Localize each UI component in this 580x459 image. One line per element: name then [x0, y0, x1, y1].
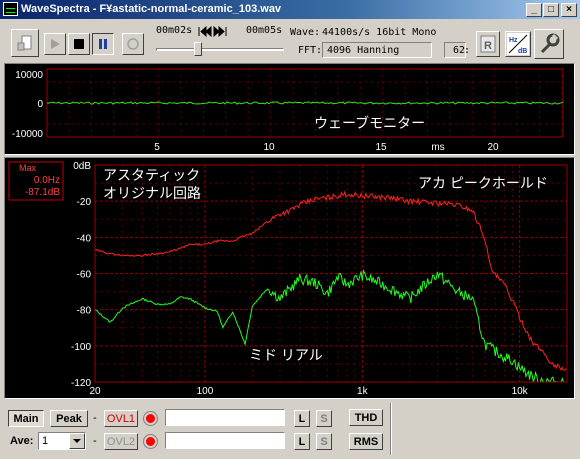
lr-icon: R	[480, 35, 496, 53]
settings-button[interactable]	[534, 29, 564, 59]
x-tick-label: 20	[89, 386, 101, 397]
spectrum-panel: 0dB -20 -40 -60 -80 -100 -120 20 100 1k 10k Max 0…	[4, 157, 575, 399]
annotation-peak-hold: アカ ピークホールド	[418, 175, 548, 191]
level-meter-1	[165, 409, 285, 426]
max-readout-freq: 0.0Hz	[34, 175, 60, 186]
position-slider[interactable]	[156, 42, 284, 56]
position-slider-thumb[interactable]	[194, 42, 203, 56]
dash-2: -	[93, 435, 97, 447]
play-icon	[51, 39, 60, 49]
wave-monitor-caption: ウェーブモニター	[314, 115, 425, 131]
wave-label: Wave:	[290, 27, 321, 38]
fft-setting-value: 4096 Hanning	[327, 45, 400, 56]
fps-value: 62	[453, 45, 466, 56]
x-tick-label: 1k	[357, 386, 369, 397]
thd-button[interactable]: THD	[349, 409, 383, 426]
wave-x-tick: 20	[487, 142, 499, 153]
dash-1: -	[93, 412, 97, 424]
annotation-realtime: ミド リアル	[249, 347, 323, 363]
record-icon	[127, 38, 139, 50]
fft-setting[interactable]: 4096 Hanning	[322, 42, 432, 58]
fft-label: FFT:	[298, 45, 323, 56]
ave-select[interactable]: 1	[38, 432, 86, 450]
chevron-down-icon	[73, 439, 81, 443]
record-ch2-icon[interactable]	[144, 435, 157, 448]
spectrum-plot: 0dB -20 -40 -60 -80 -100 -120 20 100 1k 10k Max 0…	[8, 161, 568, 397]
wave-monitor-panel: 10000 0 -10000 5 10 15 20 ms ウェーブモニター	[4, 63, 575, 155]
wave-monitor-plot: 10000 0 -10000 5 10 15 20 ms ウェーブモニター	[12, 68, 564, 153]
s-button-2[interactable]: S	[316, 433, 332, 450]
open-file-button[interactable]	[11, 29, 39, 57]
max-readout-label: Max	[19, 163, 37, 173]
time-end: 00m05s	[246, 25, 283, 36]
stop-button[interactable]	[68, 33, 90, 55]
app-icon[interactable]	[3, 2, 18, 16]
peak-button[interactable]: Peak	[50, 410, 88, 427]
hz-db-icon: HzdB	[507, 33, 529, 55]
svg-text:R: R	[484, 40, 492, 52]
pause-button[interactable]	[92, 33, 114, 55]
svg-text:Hz: Hz	[509, 37, 518, 44]
channel-button[interactable]: R	[476, 31, 500, 57]
wave-format: 44100s/s 16bit Mono	[322, 27, 437, 38]
time-start: 00m02s	[156, 25, 193, 36]
title-bar[interactable]: WaveSpectra - F¥astatic-normal-ceramic_1…	[0, 0, 580, 19]
y-tick-label: -120	[71, 378, 91, 389]
l-button-1[interactable]: L	[294, 410, 310, 427]
l-button-2[interactable]: L	[294, 433, 310, 450]
ave-select-value: 1	[42, 435, 49, 447]
wave-x-tick: 15	[375, 142, 387, 153]
seek-buttons-icon[interactable]	[198, 26, 240, 37]
divider	[390, 403, 392, 455]
record-ch1-icon[interactable]	[144, 412, 157, 425]
rms-button[interactable]: RMS	[349, 433, 383, 450]
main-button[interactable]: Main	[8, 410, 44, 427]
wave-x-unit: ms	[431, 142, 444, 153]
minimize-button[interactable]: _	[526, 3, 542, 17]
annotation-title-1: アスタティック	[103, 167, 200, 183]
stop-icon	[74, 39, 84, 49]
y-tick-label: 0dB	[73, 161, 91, 172]
ave-dropdown-button[interactable]	[69, 433, 85, 449]
wave-x-tick: 10	[263, 142, 275, 153]
maximize-button[interactable]: □	[543, 3, 559, 17]
realtime-series-line	[94, 268, 567, 384]
wave-y-tick: -10000	[12, 129, 44, 140]
ave-label: Ave:	[10, 435, 34, 447]
play-button[interactable]	[44, 33, 66, 55]
close-button[interactable]: ×	[561, 3, 577, 17]
y-tick-label: -40	[77, 233, 92, 244]
wave-x-tick: 5	[154, 142, 160, 153]
s-button-1[interactable]: S	[316, 410, 332, 427]
record-button[interactable]	[122, 33, 144, 55]
x-tick-label: 10k	[512, 386, 529, 397]
ovl2-indicator: OVL2	[104, 433, 138, 450]
max-readout-level: -87.1dB	[25, 187, 60, 198]
hz-db-button[interactable]: Hz dB	[505, 31, 531, 57]
pause-icon	[99, 39, 107, 49]
svg-text:dB: dB	[518, 48, 527, 55]
peak-hold-series-line	[94, 190, 568, 372]
annotation-title-2: オリジナル回路	[103, 185, 201, 201]
wave-y-tick: 0	[37, 99, 43, 110]
x-tick-label: 100	[197, 386, 214, 397]
wrench-icon	[540, 33, 560, 54]
ovl1-indicator: OVL1	[104, 410, 138, 427]
open-file-icon	[17, 35, 32, 51]
window-title: WaveSpectra - F¥astatic-normal-ceramic_1…	[21, 3, 282, 15]
level-meter-2	[165, 432, 285, 449]
wave-y-tick: 10000	[15, 70, 43, 81]
y-tick-label: -100	[71, 342, 91, 353]
y-tick-label: -60	[77, 270, 92, 281]
y-tick-label: -80	[77, 306, 92, 317]
y-tick-label: -20	[77, 197, 92, 208]
